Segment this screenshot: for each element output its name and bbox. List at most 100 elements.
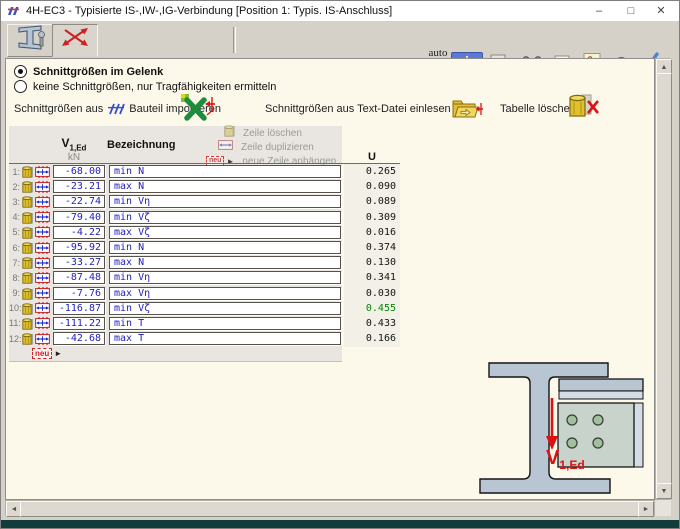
duplicate-row-icon[interactable]: [35, 302, 50, 314]
tab-internal-forces[interactable]: [52, 24, 98, 57]
row-number: 3:: [9, 197, 20, 207]
description-input[interactable]: max Vζ: [109, 226, 341, 239]
delete-row-icon[interactable]: [22, 271, 33, 284]
duplicate-row-icon: [218, 138, 233, 156]
delete-row-icon[interactable]: [22, 317, 33, 330]
delete-row-icon[interactable]: [22, 180, 33, 193]
force-value-input[interactable]: -95.92: [53, 241, 105, 254]
description-input[interactable]: max T: [109, 332, 341, 345]
auto-label: auto: [429, 48, 448, 58]
import-from-member-button[interactable]: [180, 93, 216, 121]
delete-row-icon[interactable]: [22, 165, 33, 178]
row-number: 7:: [9, 258, 20, 268]
duplicate-row-icon[interactable]: [35, 242, 50, 254]
utilization-value: 0.130: [346, 257, 400, 268]
utilization-value: 0.341: [346, 272, 400, 283]
utilization-value: 0.433: [346, 318, 400, 329]
toolbar: auto an ec: [1, 21, 679, 58]
force-value-input[interactable]: -22.74: [53, 195, 105, 208]
force-value-input[interactable]: -87.48: [53, 271, 105, 284]
duplicate-row-icon[interactable]: [35, 166, 50, 178]
description-input[interactable]: min N: [109, 165, 341, 178]
description-input[interactable]: max Vη: [109, 287, 341, 300]
duplicate-row-icon[interactable]: [35, 211, 50, 223]
beam-flange: [559, 379, 643, 391]
clear-table-button[interactable]: [568, 92, 600, 120]
row-number: 10:: [9, 303, 20, 313]
duplicate-row-icon[interactable]: [35, 196, 50, 208]
maximize-button[interactable]: □: [621, 2, 641, 19]
force-value-input[interactable]: -68.00: [53, 165, 105, 178]
table-row: 4:: [9, 210, 400, 225]
duplicate-row-icon[interactable]: [35, 226, 50, 238]
row-number: 12:: [9, 334, 20, 344]
description-input[interactable]: min Vη: [109, 195, 341, 208]
horizontal-scrollbar[interactable]: ◄ ►: [5, 500, 655, 516]
force-value-input[interactable]: -111.22: [53, 317, 105, 330]
description-input[interactable]: min T: [109, 317, 341, 330]
minimize-button[interactable]: –: [589, 2, 609, 19]
scroll-down-arrow[interactable]: ▼: [656, 483, 672, 499]
tab-geometry[interactable]: [7, 24, 53, 57]
duplicate-row-icon[interactable]: [35, 257, 50, 269]
force-value-input[interactable]: -4.22: [53, 226, 105, 239]
delete-row-icon[interactable]: [22, 302, 33, 315]
beam-web-strip: [559, 391, 643, 399]
radio-label: Schnittgrößen im Gelenk: [33, 66, 163, 78]
row-number: 9:: [9, 288, 20, 298]
read-textfile-label: Schnittgrößen aus Text-Datei einlesen: [265, 103, 451, 115]
force-value-input[interactable]: -33.27: [53, 256, 105, 269]
description-input[interactable]: max N: [109, 180, 341, 193]
force-value-input[interactable]: -42.68: [53, 332, 105, 345]
horizontal-scroll-thumb[interactable]: [20, 501, 642, 517]
row-number: 2:: [9, 182, 20, 192]
app-window: 4H-EC3 - Typisierte IS-,IW-,IG-Verbindun…: [0, 0, 680, 529]
append-row-button[interactable]: neu ►: [32, 348, 62, 359]
force-value-input[interactable]: -23.21: [53, 180, 105, 193]
description-input[interactable]: min Vζ: [109, 211, 341, 224]
force-value-input[interactable]: -7.76: [53, 287, 105, 300]
close-button[interactable]: ✕: [651, 2, 671, 19]
delete-row-icon[interactable]: [22, 287, 33, 300]
duplicate-row-icon[interactable]: [35, 272, 50, 284]
table-row: 3:: [9, 194, 400, 209]
utilization-value: 0.166: [346, 333, 400, 344]
force-value-input[interactable]: -116.87: [53, 302, 105, 315]
table-row: 10:: [9, 301, 400, 316]
delete-row-icon[interactable]: [22, 226, 33, 239]
table-row: 7:: [9, 255, 400, 270]
delete-row-icon[interactable]: [22, 256, 33, 269]
delete-row-icon[interactable]: [22, 195, 33, 208]
vertical-scrollbar[interactable]: ▲ ▼: [655, 58, 671, 500]
duplicate-row-icon[interactable]: [35, 317, 50, 329]
folder-import-icon: [452, 96, 484, 120]
radio-circle[interactable]: [14, 80, 27, 93]
description-input[interactable]: max N: [109, 256, 341, 269]
duplicate-row-icon[interactable]: [35, 181, 50, 193]
radio-capacities-only[interactable]: keine Schnittgrößen, nur Tragfähigkeiten…: [14, 80, 276, 93]
delete-row-icon[interactable]: [22, 241, 33, 254]
delete-row-icon[interactable]: [22, 332, 33, 345]
forces-table: 1:: [9, 163, 400, 346]
read-textfile-button[interactable]: [452, 96, 484, 120]
scroll-right-arrow[interactable]: ►: [638, 501, 654, 517]
delete-row-icon[interactable]: [22, 211, 33, 224]
app-icon: [6, 5, 20, 17]
toolbar-separator: [233, 27, 236, 53]
description-input[interactable]: min Vζ: [109, 302, 341, 315]
vertical-scroll-thumb[interactable]: [656, 73, 672, 487]
neu-arrow-icon: ►: [54, 349, 62, 358]
table-row: 12:: [9, 331, 400, 346]
force-value-input[interactable]: -79.40: [53, 211, 105, 224]
description-input[interactable]: min Vη: [109, 271, 341, 284]
import-x-icon: [180, 93, 216, 121]
table-row: 5:: [9, 225, 400, 240]
radio-label: keine Schnittgrößen, nur Tragfähigkeiten…: [33, 81, 276, 93]
duplicate-row-icon[interactable]: [35, 287, 50, 299]
description-input[interactable]: min N: [109, 241, 341, 254]
beam-web: [634, 403, 643, 467]
duplicate-row-icon[interactable]: [35, 333, 50, 345]
radio-forces-in-joint[interactable]: Schnittgrößen im Gelenk: [14, 65, 163, 78]
radio-circle[interactable]: [14, 65, 27, 78]
table-row: 9:: [9, 286, 400, 301]
